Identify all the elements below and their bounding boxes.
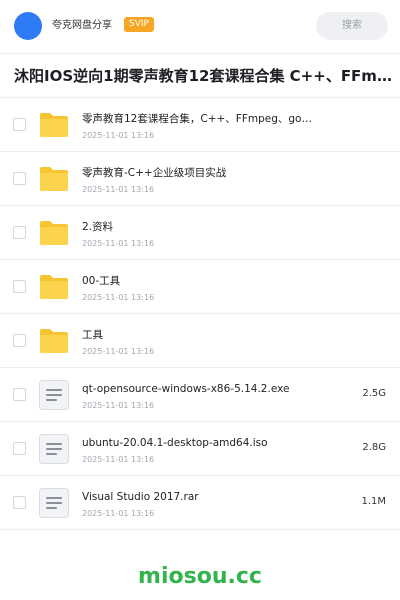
select-checkbox[interactable] <box>13 496 26 509</box>
select-checkbox[interactable] <box>13 388 26 401</box>
select-checkbox[interactable] <box>13 442 26 455</box>
watermark: miosou.cc <box>138 564 262 589</box>
file-date: 2025-11-01 13:16 <box>82 401 155 410</box>
select-checkbox[interactable] <box>13 118 26 131</box>
file-name[interactable]: ubuntu-20.04.1-desktop-amd64.iso <box>82 436 312 450</box>
select-checkbox[interactable] <box>13 226 26 239</box>
select-checkbox[interactable] <box>13 334 26 347</box>
folder-icon <box>38 271 70 303</box>
file-size: 2.5G <box>362 388 386 399</box>
folder-row[interactable]: 2.资料 2025-11-01 13:16 <box>0 206 400 260</box>
folder-icon <box>38 325 70 357</box>
document-icon <box>38 433 70 465</box>
app-name: 夸克网盘分享 <box>52 20 112 31</box>
folder-icon <box>38 109 70 141</box>
share-title-bar: 沐阳IOS逆向1期零声教育12套课程合集 C++、FFmpeg、golang <box>0 54 400 98</box>
svip-badge: SVIP <box>124 17 154 32</box>
file-date: 2025-11-01 13:16 <box>82 455 155 464</box>
file-name[interactable]: 零声教育-C++企业级项目实战 <box>82 166 312 180</box>
select-checkbox[interactable] <box>13 172 26 185</box>
file-name[interactable]: qt-opensource-windows-x86-5.14.2.exe <box>82 382 312 396</box>
file-date: 2025-11-01 13:16 <box>82 293 155 302</box>
file-date: 2025-11-01 13:16 <box>82 185 155 194</box>
select-checkbox[interactable] <box>13 280 26 293</box>
top-bar: 夸克网盘分享 SVIP 搜索 <box>0 0 400 54</box>
file-date: 2025-11-01 13:16 <box>82 347 155 356</box>
file-list: 零声教育12套课程合集，C++、FFmpeg、golang 2025-11-01 … <box>0 98 400 530</box>
folder-icon <box>38 163 70 195</box>
file-name[interactable]: Visual Studio 2017.rar <box>82 490 312 504</box>
folder-row[interactable]: 零声教育-C++企业级项目实战 2025-11-01 13:16 <box>0 152 400 206</box>
file-row[interactable]: ubuntu-20.04.1-desktop-amd64.iso 2025-11-… <box>0 422 400 476</box>
folder-row[interactable]: 工具 2025-11-01 13:16 <box>0 314 400 368</box>
file-date: 2025-11-01 13:16 <box>82 239 155 248</box>
document-icon <box>38 487 70 519</box>
file-date: 2025-11-01 13:16 <box>82 131 155 140</box>
file-name[interactable]: 工具 <box>82 328 312 342</box>
file-row[interactable]: qt-opensource-windows-x86-5.14.2.exe 2025… <box>0 368 400 422</box>
search-button[interactable]: 搜索 <box>316 12 388 40</box>
file-size: 1.1M <box>361 496 386 507</box>
file-name[interactable]: 00-工具 <box>82 274 312 288</box>
file-date: 2025-11-01 13:16 <box>82 509 155 518</box>
file-row[interactable]: Visual Studio 2017.rar 2025-11-01 13:16 1.… <box>0 476 400 530</box>
folder-row[interactable]: 零声教育12套课程合集，C++、FFmpeg、golang 2025-11-01 … <box>0 98 400 152</box>
file-name[interactable]: 零声教育12套课程合集，C++、FFmpeg、golang <box>82 112 312 126</box>
avatar[interactable] <box>14 12 42 40</box>
share-title: 沐阳IOS逆向1期零声教育12套课程合集 C++、FFmpeg、golang <box>14 67 396 85</box>
file-size: 2.8G <box>362 442 386 453</box>
folder-icon <box>38 217 70 249</box>
document-icon <box>38 379 70 411</box>
file-name[interactable]: 2.资料 <box>82 220 312 234</box>
folder-row[interactable]: 00-工具 2025-11-01 13:16 <box>0 260 400 314</box>
